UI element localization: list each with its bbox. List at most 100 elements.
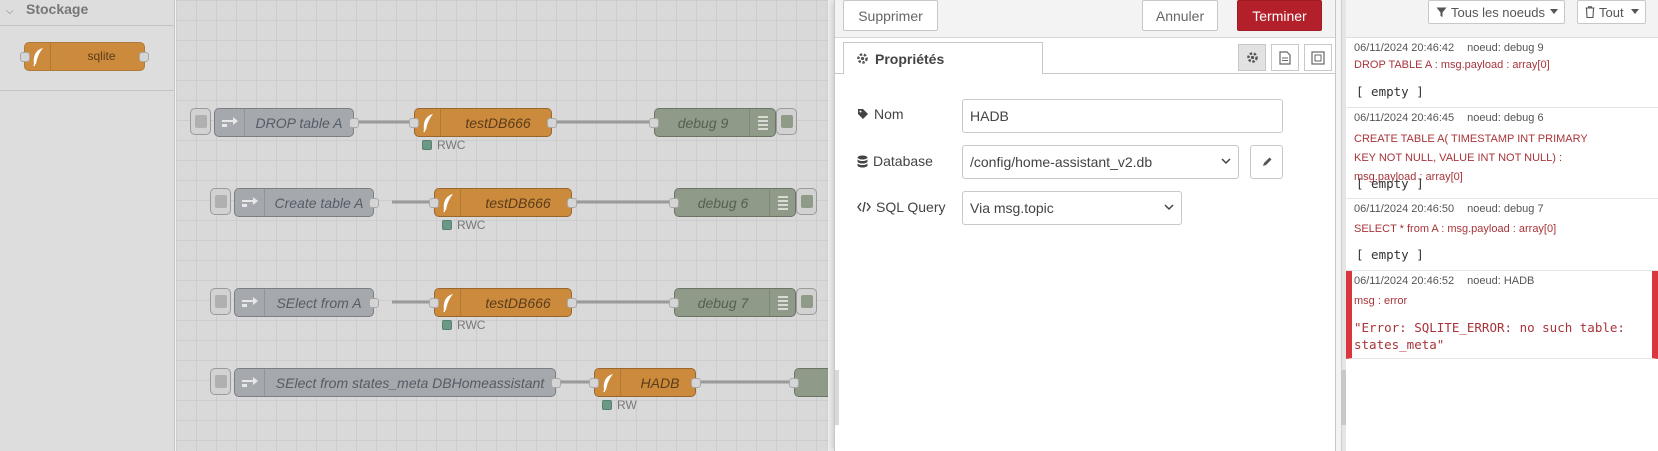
input-port[interactable] bbox=[409, 118, 419, 128]
message-node[interactable]: noeud: HADB bbox=[1467, 275, 1534, 287]
debug-node-label: debug 9 bbox=[677, 115, 729, 131]
inject-node[interactable]: SElect from states_meta DBHomeassistant bbox=[234, 368, 561, 397]
input-port[interactable] bbox=[429, 198, 439, 208]
input-port[interactable] bbox=[669, 198, 679, 208]
inject-node-label: SElect from states_meta DBHomeassistant bbox=[275, 375, 545, 391]
name-field-value: HADB bbox=[970, 108, 1009, 124]
debug-toggle-button[interactable] bbox=[776, 108, 797, 135]
inject-arrow-icon bbox=[235, 289, 265, 316]
sqlite-node[interactable]: testDB666 bbox=[409, 108, 557, 137]
inject-node[interactable]: DROP table A bbox=[214, 108, 359, 137]
sql-query-label: SQL Query bbox=[857, 199, 946, 215]
tab-settings[interactable] bbox=[1238, 44, 1266, 71]
debug-node[interactable]: debug 9 bbox=[649, 108, 776, 137]
debug-message[interactable]: 06/11/2024 20:46:45 noeud: debug 6 CREATE… bbox=[1346, 108, 1658, 199]
tab-properties[interactable]: Propriétés bbox=[843, 42, 1043, 74]
inject-trigger-button[interactable] bbox=[210, 188, 231, 215]
inject-node[interactable]: Create table A bbox=[234, 188, 379, 217]
message-value[interactable]: [ empty ] bbox=[1356, 176, 1424, 191]
debug-message-list[interactable]: 06/11/2024 20:46:42 noeud: debug 9 DROP T… bbox=[1346, 37, 1658, 451]
name-field[interactable]: HADB bbox=[962, 99, 1283, 133]
done-button[interactable]: Terminer bbox=[1237, 0, 1322, 31]
sqlite-node[interactable]: testDB666 bbox=[429, 188, 577, 217]
inject-trigger-button[interactable] bbox=[210, 288, 231, 315]
input-port[interactable] bbox=[429, 298, 439, 308]
message-error-value[interactable]: "Error: SQLITE_ERROR: no such table: sta… bbox=[1354, 319, 1644, 353]
inject-trigger-button[interactable] bbox=[190, 108, 211, 135]
output-port[interactable] bbox=[551, 378, 561, 388]
gear-icon bbox=[1246, 52, 1258, 63]
delete-button[interactable]: Supprimer bbox=[843, 0, 938, 31]
output-port[interactable] bbox=[691, 378, 701, 388]
message-topic: SELECT * from A : msg.payload : array[0] bbox=[1354, 223, 1557, 235]
palette-divider bbox=[0, 90, 175, 91]
frame-icon bbox=[1311, 50, 1325, 65]
output-port[interactable] bbox=[567, 198, 577, 208]
message-value[interactable]: [ empty ] bbox=[1356, 84, 1424, 99]
debug-message[interactable]: 06/11/2024 20:46:50 noeud: debug 7 SELECT… bbox=[1346, 199, 1658, 271]
inject-node[interactable]: SElect from A bbox=[234, 288, 379, 317]
sql-query-select[interactable]: Via msg.topic bbox=[962, 191, 1182, 225]
chevron-down-icon bbox=[1164, 204, 1174, 211]
message-value[interactable]: [ empty ] bbox=[1356, 247, 1424, 262]
sqlite-node[interactable]: HADB bbox=[589, 368, 701, 397]
message-timestamp: 06/11/2024 20:46:50 bbox=[1354, 203, 1455, 215]
filter-all-label: Tout bbox=[1599, 4, 1624, 20]
sqlite-node[interactable]: testDB666 bbox=[429, 288, 577, 317]
name-label: Nom bbox=[857, 106, 904, 122]
trash-icon bbox=[1585, 6, 1595, 18]
debug-node[interactable]: debug 6 bbox=[669, 188, 796, 217]
list-icon bbox=[749, 109, 775, 136]
debug-node[interactable]: debug 7 bbox=[669, 288, 796, 317]
message-node[interactable]: noeud: debug 9 bbox=[1467, 42, 1543, 54]
inject-node-label: Create table A bbox=[274, 195, 364, 211]
palette-node-sqlite[interactable]: sqlite bbox=[20, 42, 149, 71]
input-port[interactable] bbox=[649, 118, 659, 128]
node-editor-tray: Supprimer Annuler Terminer Propriétés No… bbox=[834, 0, 1336, 451]
document-icon bbox=[1279, 50, 1291, 65]
debug-message[interactable]: 06/11/2024 20:46:42 noeud: debug 9 DROP T… bbox=[1346, 38, 1658, 108]
input-port[interactable] bbox=[789, 378, 799, 388]
tab-description[interactable] bbox=[1271, 44, 1299, 71]
inject-trigger-button[interactable] bbox=[210, 368, 231, 395]
status-dot bbox=[442, 320, 452, 330]
status-text: RWC bbox=[457, 218, 486, 232]
filter-nodes-button[interactable]: Tous les noeuds bbox=[1428, 0, 1565, 24]
palette-category-header[interactable]: ⌵ Stockage bbox=[0, 0, 175, 26]
input-port[interactable] bbox=[20, 52, 30, 62]
debug-message-error[interactable]: 06/11/2024 20:46:52 noeud: HADB msg : err… bbox=[1346, 271, 1658, 359]
edit-database-button[interactable] bbox=[1250, 145, 1283, 179]
output-port[interactable] bbox=[369, 198, 379, 208]
message-node[interactable]: noeud: debug 6 bbox=[1467, 112, 1543, 124]
resize-handle[interactable] bbox=[835, 370, 839, 425]
debug-sidebar: Tous les noeuds Tout 06/11/2024 20:46:42… bbox=[1336, 0, 1658, 451]
message-node[interactable]: noeud: debug 7 bbox=[1467, 203, 1543, 215]
clear-messages-button[interactable]: Tout bbox=[1577, 0, 1646, 24]
output-port[interactable] bbox=[369, 298, 379, 308]
debug-toggle-button[interactable] bbox=[796, 288, 817, 315]
caret-down-icon bbox=[1631, 9, 1639, 14]
tab-appearance[interactable] bbox=[1304, 44, 1332, 71]
debug-node[interactable] bbox=[789, 368, 828, 397]
input-port[interactable] bbox=[669, 298, 679, 308]
debug-toggle-button[interactable] bbox=[796, 188, 817, 215]
message-meta: 06/11/2024 20:46:42 noeud: debug 9 bbox=[1354, 42, 1544, 54]
output-port[interactable] bbox=[567, 298, 577, 308]
editor-toolbar: Supprimer Annuler Terminer bbox=[835, 0, 1335, 38]
database-select[interactable]: /config/home-assistant_v2.db bbox=[962, 145, 1239, 179]
flow-workspace[interactable]: DROP table A testDB666 RWC debug 9 Creat… bbox=[176, 0, 828, 451]
output-port[interactable] bbox=[139, 52, 149, 62]
cancel-button[interactable]: Annuler bbox=[1142, 0, 1218, 31]
inject-arrow-icon bbox=[235, 189, 265, 216]
pencil-icon bbox=[1262, 157, 1271, 166]
message-meta: 06/11/2024 20:46:50 noeud: debug 7 bbox=[1354, 203, 1544, 215]
output-port[interactable] bbox=[547, 118, 557, 128]
input-port[interactable] bbox=[589, 378, 599, 388]
status-dot bbox=[422, 140, 432, 150]
output-port[interactable] bbox=[349, 118, 359, 128]
list-icon bbox=[769, 189, 795, 216]
tab-label: Propriétés bbox=[875, 50, 945, 67]
chevron-down-icon: ⌵ bbox=[6, 6, 14, 17]
sqlite-node-label: testDB666 bbox=[465, 115, 531, 131]
tag-icon bbox=[858, 109, 868, 119]
